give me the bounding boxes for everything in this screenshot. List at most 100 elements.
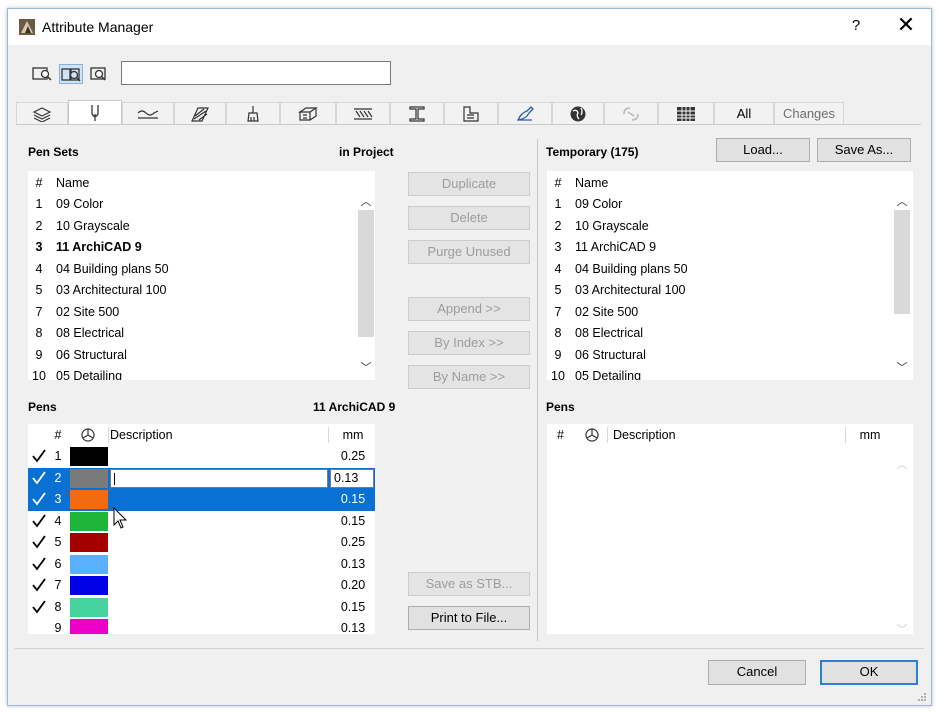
left-pen-sets-list[interactable]: # Name 1 09 Color 2 10 Grayscale 3 11 ArchiCA… [28, 171, 375, 380]
pen-color-swatch[interactable] [70, 554, 108, 574]
list-header: # Name [547, 173, 887, 194]
list-item[interactable]: 1 09 Color [28, 194, 348, 215]
load-button[interactable]: Load... [716, 138, 810, 162]
list-item[interactable]: 2 10 Grayscale [547, 216, 867, 237]
table-row[interactable]: 2 0.13 [28, 467, 375, 489]
tab-renovation[interactable] [604, 102, 658, 124]
filter-both-button[interactable] [59, 64, 83, 84]
checkmark-icon[interactable] [31, 513, 47, 529]
pen-color-swatch[interactable] [70, 576, 108, 595]
list-item[interactable]: 8 08 Electrical [547, 323, 867, 344]
table-row[interactable]: 7 0.20 [28, 575, 375, 597]
table-row[interactable]: 1 0.25 [28, 446, 375, 468]
list-item[interactable]: 9 06 Structural [28, 345, 348, 366]
search-input[interactable] [121, 61, 391, 85]
save-as-stb-button[interactable]: Save as STB... [408, 572, 530, 596]
tab-building-materials[interactable] [280, 102, 336, 124]
list-item[interactable]: 3 11 ArchiCAD 9 [547, 237, 867, 258]
scroll-down-icon[interactable]: ﹀ [893, 361, 911, 375]
tab-line-types[interactable] [122, 102, 174, 124]
table-row[interactable]: 5 0.25 [28, 532, 375, 554]
left-list-scrollbar[interactable]: ︿ ﹀ [357, 193, 375, 380]
right-list-scrollbar[interactable]: ︿ ﹀ [893, 193, 911, 380]
tab-surfaces[interactable] [498, 102, 552, 124]
list-item[interactable]: 1 09 Color [547, 194, 867, 215]
table-row[interactable]: 3 0.15 [28, 489, 375, 511]
table-row[interactable]: 9 0.13 [28, 618, 375, 634]
tab-profiles[interactable] [336, 102, 390, 124]
pen-description-input[interactable] [110, 468, 328, 488]
tab-pens[interactable] [68, 100, 122, 124]
cancel-button[interactable]: Cancel [708, 660, 806, 685]
list-item[interactable]: 4 04 Building plans 50 [28, 259, 348, 280]
scroll-up-icon[interactable]: ︿ [357, 195, 375, 209]
temporary-label: Temporary (175) [546, 145, 639, 159]
list-item-num: 2 [35, 218, 43, 233]
tab-ibeam[interactable] [390, 102, 444, 124]
scroll-thumb[interactable] [358, 210, 374, 337]
scroll-up-icon[interactable]: ︿ [893, 458, 911, 472]
tab-locations[interactable] [552, 102, 604, 124]
tab-fills[interactable] [174, 102, 226, 124]
purge-unused-button[interactable]: Purge Unused [408, 240, 530, 264]
append-button[interactable]: Append >> [408, 297, 530, 321]
filter-right-button[interactable] [87, 64, 111, 84]
list-item[interactable]: 5 03 Architectural 100 [28, 280, 348, 301]
pen-mm-input[interactable]: 0.13 [330, 468, 374, 488]
list-item[interactable]: 10 05 Detailing [547, 366, 867, 380]
scroll-down-icon[interactable]: ﹀ [357, 361, 375, 375]
pen-color-swatch[interactable] [70, 490, 108, 509]
tab-changes[interactable]: Changes [774, 102, 844, 124]
line-types-icon [137, 109, 159, 119]
ok-button[interactable]: OK [820, 660, 918, 685]
pen-color-swatch[interactable] [70, 619, 108, 634]
resize-grip-icon[interactable] [917, 692, 927, 702]
pen-color-swatch[interactable] [70, 597, 108, 617]
tab-all[interactable]: All [714, 102, 774, 124]
duplicate-button[interactable]: Duplicate [408, 172, 530, 196]
pen-color-swatch[interactable] [70, 533, 108, 552]
right-pen-sets-list[interactable]: # Name 1 09 Color 2 10 Grayscale 3 11 ArchiCA… [547, 171, 913, 380]
help-button[interactable]: ? [846, 15, 866, 37]
list-item[interactable]: 2 10 Grayscale [28, 216, 348, 237]
tab-composites[interactable] [226, 102, 280, 124]
list-item[interactable]: 7 02 Site 500 [547, 302, 867, 323]
list-item[interactable]: 5 03 Architectural 100 [547, 280, 867, 301]
right-pens-scrollbar[interactable]: ︿ ﹀ [893, 446, 911, 634]
tab-markers[interactable] [658, 102, 714, 124]
pen-color-swatch[interactable] [70, 468, 108, 488]
list-item[interactable]: 8 08 Electrical [28, 323, 348, 344]
list-item[interactable]: 10 05 Detailing [28, 366, 348, 380]
scroll-down-icon[interactable]: ﹀ [893, 623, 911, 634]
list-item[interactable]: 3 11 ArchiCAD 9 [28, 237, 348, 258]
right-pens-table[interactable]: # Description mm ︿ ﹀ [547, 424, 913, 634]
left-pens-table[interactable]: # Description mm 1 0.25 2 0.13 3 0.15 4 0.15 5 0.… [28, 424, 375, 634]
list-item[interactable]: 7 02 Site 500 [28, 302, 348, 323]
checkmark-icon[interactable] [31, 534, 47, 550]
scroll-thumb[interactable] [894, 210, 910, 314]
checkmark-icon[interactable] [31, 599, 47, 615]
checkmark-icon[interactable] [31, 491, 47, 507]
checkmark-icon[interactable] [31, 470, 47, 486]
by-name-button[interactable]: By Name >> [408, 365, 530, 389]
print-to-file-button[interactable]: Print to File... [408, 606, 530, 630]
checkmark-icon[interactable] [31, 448, 47, 464]
pen-color-swatch[interactable] [70, 511, 108, 531]
delete-button[interactable]: Delete [408, 206, 530, 230]
filter-attributes-button[interactable] [31, 64, 55, 84]
by-index-button[interactable]: By Index >> [408, 331, 530, 355]
checkmark-icon[interactable] [31, 556, 47, 572]
table-row[interactable]: 8 0.15 [28, 597, 375, 619]
list-item[interactable]: 4 04 Building plans 50 [547, 259, 867, 280]
checkmark-icon[interactable] [31, 577, 47, 593]
tab-zones[interactable] [444, 102, 498, 124]
tab-layers[interactable] [16, 102, 68, 124]
pen-color-swatch[interactable] [70, 447, 108, 466]
table-row[interactable]: 6 0.13 [28, 554, 375, 576]
scroll-up-icon[interactable]: ︿ [893, 195, 911, 209]
list-item[interactable]: 9 06 Structural [547, 345, 867, 366]
table-row[interactable]: 4 0.15 [28, 511, 375, 533]
list-item-name: 03 Architectural 100 [56, 283, 167, 297]
close-icon[interactable]: ✕ [895, 13, 917, 37]
save-as-button[interactable]: Save As... [817, 138, 911, 162]
